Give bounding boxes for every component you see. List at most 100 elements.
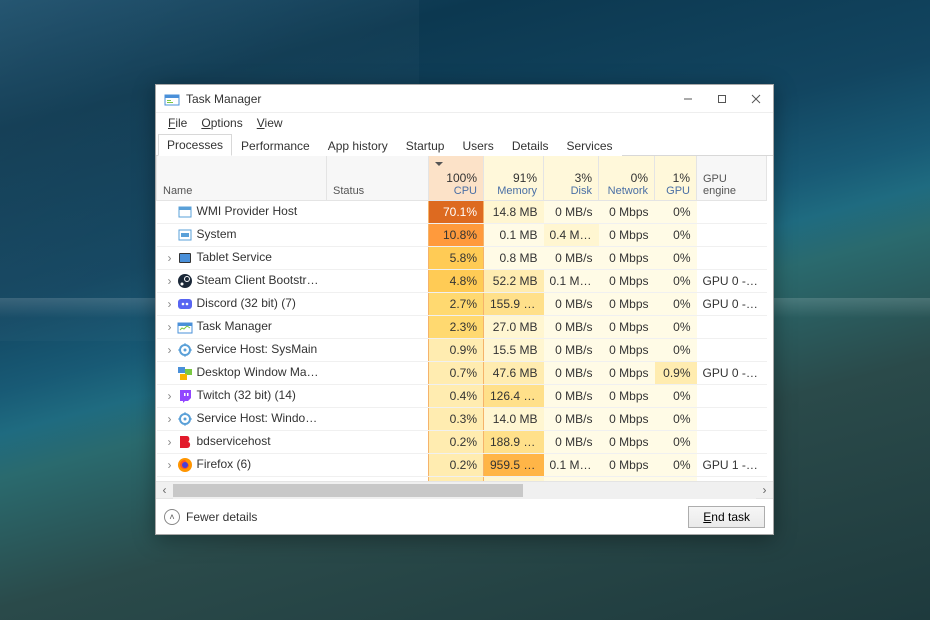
menu-options[interactable]: Options [195,115,248,131]
col-header-gpu[interactable]: 1%GPU [655,156,697,201]
tab-app-history[interactable]: App history [319,135,397,156]
table-row[interactable]: ›Steam Client Bootstrapper (32 b...4.8%5… [157,270,767,293]
cell-gpu: 0% [655,385,697,408]
expand-icon[interactable]: › [163,320,177,334]
scroll-thumb[interactable] [173,484,523,497]
expand-icon[interactable]: › [163,435,177,449]
cell-status [327,408,429,431]
menu-file[interactable]: File [162,115,193,131]
tab-services[interactable]: Services [558,135,622,156]
cell-status [327,316,429,339]
table-row[interactable]: ›Task Manager2.3%27.0 MB0 MB/s0 Mbps0% [157,316,767,339]
expand-icon[interactable]: › [163,343,177,357]
cell-gpu-engine: GPU 0 - 3D [697,293,767,316]
table-row[interactable]: ›Windows Explorer (5)0.1%36.6 MB0 MB/s0 … [157,477,767,482]
cell-memory: 0.8 MB [484,247,544,270]
cell-status [327,431,429,454]
cell-disk: 0 MB/s [544,477,599,482]
cell-disk: 0 MB/s [544,247,599,270]
cell-gpu-engine [697,224,767,247]
cell-disk: 0 MB/s [544,293,599,316]
table-row[interactable]: ›Service Host: Windows Manage...0.3%14.0… [157,408,767,431]
cell-disk: 0 MB/s [544,362,599,385]
expand-icon[interactable]: › [163,412,177,426]
table-row[interactable]: Desktop Window Manager0.7%47.6 MB0 MB/s0… [157,362,767,385]
tab-users[interactable]: Users [453,135,502,156]
col-header-status[interactable]: Status [327,156,429,201]
scroll-left-icon[interactable]: ‹ [156,482,173,499]
cell-gpu: 0% [655,293,697,316]
minimize-button[interactable] [671,85,705,113]
col-header-memory[interactable]: 91%Memory [484,156,544,201]
cell-disk: 0.1 MB/s [544,454,599,477]
close-button[interactable] [739,85,773,113]
cell-memory: 47.6 MB [484,362,544,385]
process-icon [177,434,193,450]
cell-status [327,385,429,408]
cell-name: ›Discord (32 bit) (7) [157,293,327,316]
table-row[interactable]: ›Twitch (32 bit) (14)0.4%126.4 MB0 MB/s0… [157,385,767,408]
process-name: Desktop Window Manager [197,365,327,379]
cell-gpu: 0% [655,247,697,270]
cell-disk: 0 MB/s [544,339,599,362]
table-row[interactable]: ›bdservicehost0.2%188.9 MB0 MB/s0 Mbps0% [157,431,767,454]
col-header-gpu-engine[interactable]: GPU engine [697,156,767,201]
tab-startup[interactable]: Startup [397,135,454,156]
cell-gpu: 0% [655,454,697,477]
process-icon [177,457,193,473]
cell-cpu: 0.2% [429,454,484,477]
cell-disk: 0 MB/s [544,431,599,454]
cell-cpu: 0.9% [429,339,484,362]
expand-icon[interactable]: › [163,389,177,403]
cell-gpu: 0% [655,477,697,482]
col-header-network[interactable]: 0%Network [599,156,655,201]
cell-gpu: 0% [655,339,697,362]
process-name: Firefox (6) [197,457,252,471]
process-icon [177,388,193,404]
horizontal-scrollbar[interactable]: ‹ › [156,481,773,498]
col-header-cpu[interactable]: 100%CPU [429,156,484,201]
cell-cpu: 0.1% [429,477,484,482]
table-row[interactable]: ›Service Host: SysMain0.9%15.5 MB0 MB/s0… [157,339,767,362]
cell-memory: 14.0 MB [484,408,544,431]
process-name: Steam Client Bootstrapper (32 b... [197,273,327,287]
cell-name: ›Windows Explorer (5) [157,477,327,482]
scroll-track[interactable] [173,482,756,499]
cell-cpu: 0.3% [429,408,484,431]
titlebar[interactable]: Task Manager [156,85,773,113]
menu-view[interactable]: View [251,115,289,131]
expand-icon[interactable]: › [163,458,177,472]
table-row[interactable]: ›Discord (32 bit) (7)2.7%155.9 MB0 MB/s0… [157,293,767,316]
cell-name: ›Service Host: SysMain [157,339,327,362]
maximize-button[interactable] [705,85,739,113]
end-task-button[interactable]: End task [688,506,765,528]
cell-memory: 14.8 MB [484,201,544,224]
process-icon [177,411,193,427]
table-row[interactable]: ›Tablet Service5.8%0.8 MB0 MB/s0 Mbps0% [157,247,767,270]
table-row[interactable]: ›Firefox (6)0.2%959.5 MB0.1 MB/s0 Mbps0%… [157,454,767,477]
cell-network: 0 Mbps [599,339,655,362]
cell-gpu-engine [697,247,767,270]
cell-memory: 0.1 MB [484,224,544,247]
process-name: WMI Provider Host [197,204,298,218]
col-header-name[interactable]: Name [157,156,327,201]
cell-disk: 0 MB/s [544,385,599,408]
cell-network: 0 Mbps [599,316,655,339]
expand-icon[interactable]: › [163,251,177,265]
expand-icon[interactable]: › [163,297,177,311]
col-header-disk[interactable]: 3%Disk [544,156,599,201]
table-row[interactable]: System10.8%0.1 MB0.4 MB/s0 Mbps0% [157,224,767,247]
expand-icon[interactable]: › [163,274,177,288]
cell-memory: 959.5 MB [484,454,544,477]
tab-details[interactable]: Details [503,135,558,156]
cell-network: 0 Mbps [599,408,655,431]
fewer-details-button[interactable]: ˄ Fewer details [164,509,257,525]
process-icon [177,365,193,381]
cell-network: 0 Mbps [599,224,655,247]
cell-gpu-engine [697,408,767,431]
tab-processes[interactable]: Processes [158,134,232,156]
table-row[interactable]: WMI Provider Host70.1%14.8 MB0 MB/s0 Mbp… [157,201,767,224]
process-icon [177,319,193,335]
tab-performance[interactable]: Performance [232,135,319,156]
scroll-right-icon[interactable]: › [756,482,773,499]
